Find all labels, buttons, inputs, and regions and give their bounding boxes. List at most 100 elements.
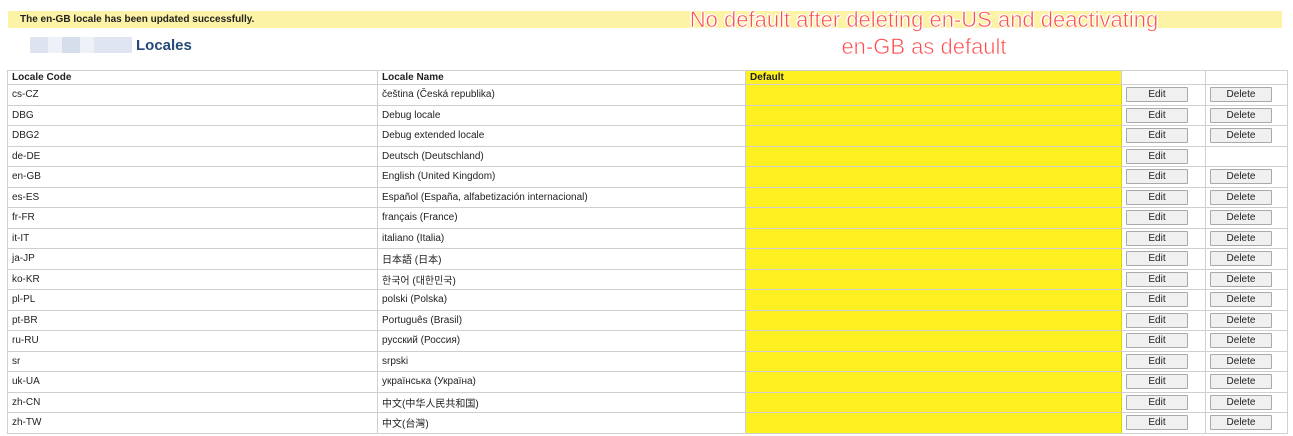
header-default: Default (745, 70, 1122, 85)
delete-button[interactable]: Delete (1210, 312, 1272, 328)
delete-button[interactable]: Delete (1210, 251, 1272, 267)
delete-button[interactable]: Delete (1210, 394, 1272, 410)
edit-cell: Edit (1121, 125, 1206, 147)
default-cell (745, 391, 1122, 413)
table-row: ko-KR 한국어 (대한민국) Edit Delete (7, 268, 1288, 290)
delete-cell: Delete (1205, 412, 1288, 434)
locale-code: it-IT (7, 227, 378, 249)
edit-button[interactable]: Edit (1126, 415, 1188, 431)
default-cell (745, 104, 1122, 126)
default-cell (745, 330, 1122, 352)
delete-button[interactable]: Delete (1210, 189, 1272, 205)
edit-button[interactable]: Edit (1126, 353, 1188, 369)
edit-button[interactable]: Edit (1126, 107, 1188, 123)
edit-button[interactable]: Edit (1126, 87, 1188, 103)
edit-cell: Edit (1121, 207, 1206, 229)
header-locale-code: Locale Code (7, 70, 378, 85)
locale-code: ja-JP (7, 248, 378, 270)
edit-button[interactable]: Edit (1126, 189, 1188, 205)
delete-button[interactable]: Delete (1210, 333, 1272, 349)
delete-button[interactable]: Delete (1210, 169, 1272, 185)
edit-button[interactable]: Edit (1126, 271, 1188, 287)
edit-button[interactable]: Edit (1126, 374, 1188, 390)
table-row: it-IT italiano (Italia) Edit Delete (7, 227, 1288, 249)
default-cell (745, 145, 1122, 167)
table-row: es-ES Español (España, alfabetización int… (7, 186, 1288, 208)
delete-cell: Delete (1205, 268, 1288, 290)
edit-button[interactable]: Edit (1126, 210, 1188, 226)
locale-code: cs-CZ (7, 84, 378, 106)
delete-cell: Delete (1205, 248, 1288, 270)
locale-name: italiano (Italia) (377, 227, 746, 249)
edit-button[interactable]: Edit (1126, 169, 1188, 185)
edit-button[interactable]: Edit (1126, 128, 1188, 144)
edit-button[interactable]: Edit (1126, 292, 1188, 308)
table-row: zh-CN 中文(中华人民共和国) Edit Delete (7, 391, 1288, 413)
locale-code: en-GB (7, 166, 378, 188)
locale-code: es-ES (7, 186, 378, 208)
annotation-text: No default after deleting en-US and deac… (689, 7, 1159, 60)
edit-cell: Edit (1121, 289, 1206, 311)
edit-cell: Edit (1121, 104, 1206, 126)
locale-name: 中文(中华人民共和国) (377, 391, 746, 413)
delete-cell: Delete (1205, 104, 1288, 126)
delete-button[interactable]: Delete (1210, 107, 1272, 123)
edit-cell: Edit (1121, 330, 1206, 352)
delete-button[interactable]: Delete (1210, 87, 1272, 103)
delete-cell: Delete (1205, 84, 1288, 106)
locale-code: pt-BR (7, 309, 378, 331)
delete-button[interactable]: Delete (1210, 353, 1272, 369)
edit-button[interactable]: Edit (1126, 251, 1188, 267)
delete-cell: Delete (1205, 371, 1288, 393)
page-header: Locales (8, 34, 192, 56)
table-row: cs-CZ čeština (Česká republika) Edit Delete (7, 84, 1288, 106)
delete-button[interactable]: Delete (1210, 210, 1272, 226)
table-row: zh-TW 中文(台灣) Edit Delete (7, 412, 1288, 434)
default-cell (745, 248, 1122, 270)
edit-cell: Edit (1121, 412, 1206, 434)
edit-button[interactable]: Edit (1126, 394, 1188, 410)
default-cell (745, 125, 1122, 147)
locale-name: English (United Kingdom) (377, 166, 746, 188)
blurred-logo (8, 37, 132, 53)
locales-table: Locale Code Locale Name Default cs-CZ češ… (7, 70, 1288, 434)
default-cell (745, 350, 1122, 372)
locale-name: polski (Polska) (377, 289, 746, 311)
locale-name: français (France) (377, 207, 746, 229)
delete-button[interactable]: Delete (1210, 230, 1272, 246)
table-row: uk-UA українська (Україна) Edit Delete (7, 371, 1288, 393)
delete-button[interactable]: Delete (1210, 292, 1272, 308)
table-row: DBG Debug locale Edit Delete (7, 104, 1288, 126)
default-cell (745, 227, 1122, 249)
table-row: ja-JP 日本語 (日本) Edit Delete (7, 248, 1288, 270)
locale-name: čeština (Česká republika) (377, 84, 746, 106)
delete-button[interactable]: Delete (1210, 374, 1272, 390)
edit-button[interactable]: Edit (1126, 333, 1188, 349)
default-cell (745, 207, 1122, 229)
table-row: pt-BR Português (Brasil) Edit Delete (7, 309, 1288, 331)
delete-button[interactable]: Delete (1210, 128, 1272, 144)
locale-code: DBG2 (7, 125, 378, 147)
locale-name: Deutsch (Deutschland) (377, 145, 746, 167)
edit-cell: Edit (1121, 227, 1206, 249)
delete-cell: Delete (1205, 166, 1288, 188)
locale-name: 日本語 (日本) (377, 248, 746, 270)
edit-button[interactable]: Edit (1126, 148, 1188, 164)
locale-name: srpski (377, 350, 746, 372)
edit-button[interactable]: Edit (1126, 312, 1188, 328)
header-edit-col (1121, 70, 1206, 85)
default-cell (745, 84, 1122, 106)
table-row: sr srpski Edit Delete (7, 350, 1288, 372)
delete-cell: Delete (1205, 391, 1288, 413)
edit-cell: Edit (1121, 145, 1206, 167)
delete-cell: Delete (1205, 227, 1288, 249)
default-cell (745, 371, 1122, 393)
edit-cell: Edit (1121, 309, 1206, 331)
delete-cell: Delete (1205, 309, 1288, 331)
edit-button[interactable]: Edit (1126, 230, 1188, 246)
edit-cell: Edit (1121, 350, 1206, 372)
delete-button[interactable]: Delete (1210, 271, 1272, 287)
locale-code: DBG (7, 104, 378, 126)
delete-button[interactable]: Delete (1210, 415, 1272, 431)
delete-cell: Delete (1205, 186, 1288, 208)
